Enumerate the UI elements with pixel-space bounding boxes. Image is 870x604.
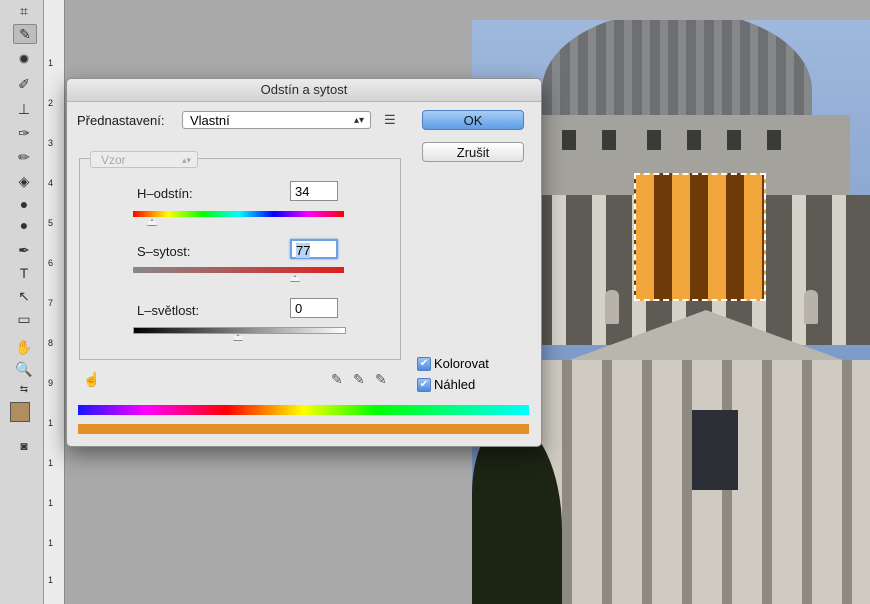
- blur-icon[interactable]: ●: [13, 195, 35, 213]
- preview-label: Náhled: [434, 377, 476, 392]
- window: [767, 130, 781, 150]
- door: [692, 410, 738, 490]
- spot-heal-icon[interactable]: ✹: [13, 50, 35, 68]
- window: [727, 130, 741, 150]
- ruler-label: 1: [48, 498, 54, 508]
- hue-input[interactable]: 34: [290, 181, 338, 201]
- saturation-label: S–sytost:: [137, 244, 191, 259]
- swap-colors-icon[interactable]: ⇆: [13, 380, 35, 398]
- ruler-label: 3: [48, 138, 54, 148]
- ruler-label: 7: [48, 298, 54, 308]
- hue-slider-thumb[interactable]: [147, 219, 157, 226]
- history-brush-icon[interactable]: ✑: [13, 124, 35, 142]
- result-color-bar: [78, 424, 529, 434]
- preset-label: Přednastavení:: [77, 113, 165, 128]
- bucket-icon[interactable]: ◈: [13, 172, 35, 190]
- saturation-input[interactable]: 77: [290, 239, 338, 259]
- lightness-label: L–světlost:: [137, 303, 200, 318]
- statue: [804, 290, 818, 324]
- vertical-ruler: 1 2 3 4 5 6 7 8 9 1 1 1 1 1: [44, 0, 65, 604]
- source-spectrum-bar: [78, 405, 529, 415]
- preset-select[interactable]: Vlastní ▴▾: [182, 111, 371, 129]
- saturation-slider-thumb[interactable]: [290, 275, 300, 282]
- saturation-slider-track[interactable]: [133, 267, 344, 273]
- colorized-selection[interactable]: [634, 173, 766, 301]
- ruler-label: 1: [48, 458, 54, 468]
- colorize-label: Kolorovat: [434, 356, 489, 371]
- ruler-label: 1: [48, 58, 54, 68]
- zoom-icon[interactable]: 🔍: [13, 360, 35, 378]
- ruler-label: 9: [48, 378, 54, 388]
- ruler-label: 2: [48, 98, 54, 108]
- hue-label: H–odstín:: [137, 186, 193, 201]
- rectangle-icon[interactable]: ▭: [13, 310, 35, 328]
- lightness-slider-track[interactable]: [133, 327, 346, 334]
- hand-icon[interactable]: ✋: [13, 338, 35, 356]
- stamp-icon[interactable]: ⊥: [13, 100, 35, 118]
- dodge-icon[interactable]: ●: [13, 216, 35, 234]
- crop-icon[interactable]: ⌗: [13, 2, 35, 20]
- pen-icon[interactable]: ✒: [13, 241, 35, 259]
- ok-button[interactable]: OK: [422, 110, 524, 130]
- cancel-button[interactable]: Zrušit: [422, 142, 524, 162]
- window: [687, 130, 701, 150]
- hue-slider-track[interactable]: [133, 211, 344, 217]
- ruler-label: 1: [48, 418, 54, 428]
- targeted-adjustment-icon[interactable]: ☝: [83, 371, 100, 388]
- updown-arrow-icon: ▴▾: [181, 155, 191, 165]
- hue-saturation-dialog: Odstín a sytost Přednastavení: Vlastní ▴…: [66, 78, 542, 447]
- eyedropper-icon[interactable]: ✎: [13, 24, 37, 44]
- eyedropper-subtract-icon[interactable]: ✎: [375, 371, 387, 388]
- checkmark-icon: ✔: [417, 377, 431, 392]
- preset-value: Vlastní: [190, 113, 230, 128]
- colorize-checkbox[interactable]: ✔ Kolorovat: [417, 356, 489, 371]
- updown-arrow-icon: ▴▾: [353, 115, 364, 126]
- window: [647, 130, 661, 150]
- preview-checkbox[interactable]: ✔ Náhled: [417, 377, 475, 392]
- lightness-input[interactable]: 0: [290, 298, 338, 318]
- foreground-color-swatch[interactable]: [10, 402, 30, 422]
- ruler-label: 4: [48, 178, 54, 188]
- checkmark-icon: ✔: [417, 356, 431, 371]
- ruler-label: 6: [48, 258, 54, 268]
- channel-select: Vzor ▴▾: [90, 151, 198, 168]
- type-icon[interactable]: T: [13, 264, 35, 282]
- quick-mask-icon[interactable]: ◙: [13, 437, 35, 455]
- window: [602, 130, 616, 150]
- ruler-label: 8: [48, 338, 54, 348]
- preset-options-icon[interactable]: ☰: [384, 112, 396, 128]
- tools-panel: ⌗ ✎ ✹ ✐ ⊥ ✑ ✏ ◈ ● ● ✒ T ↖ ▭ ✋ 🔍 ⇆ ◙: [0, 0, 44, 604]
- ruler-label: 1: [48, 575, 54, 585]
- ruler-label: 5: [48, 218, 54, 228]
- channel-value: Vzor: [101, 153, 126, 167]
- path-select-icon[interactable]: ↖: [13, 287, 35, 305]
- window: [562, 130, 576, 150]
- eyedropper-add-icon[interactable]: ✎: [353, 371, 365, 388]
- eraser-icon[interactable]: ✏: [13, 148, 35, 166]
- statue: [605, 290, 619, 324]
- eyedropper-icon[interactable]: ✎: [331, 371, 343, 388]
- brush-icon[interactable]: ✐: [13, 75, 35, 93]
- dialog-title: Odstín a sytost: [67, 79, 541, 102]
- ruler-label: 1: [48, 538, 54, 548]
- lightness-slider-thumb[interactable]: [233, 334, 243, 341]
